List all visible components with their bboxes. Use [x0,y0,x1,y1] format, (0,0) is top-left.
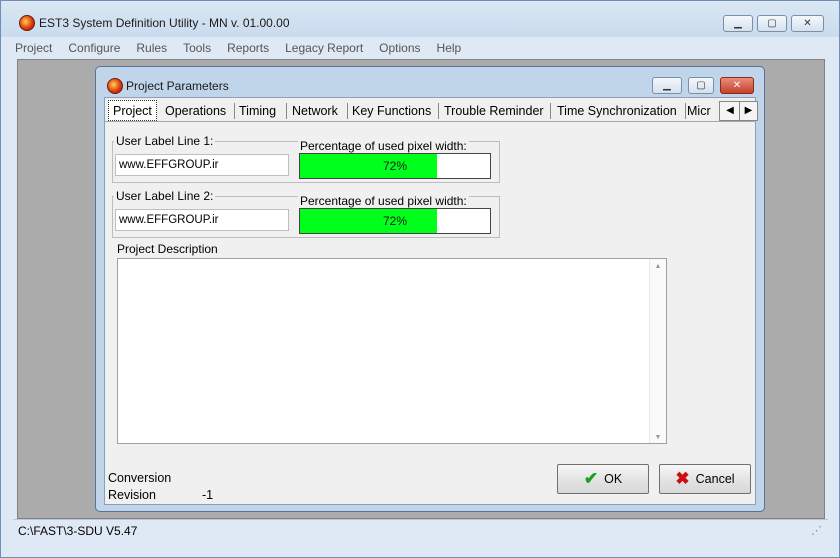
status-bar: C:\FAST\3-SDU V5.47 ⋰ [13,519,828,542]
tab-project[interactable]: Project [108,100,157,121]
menu-legacy-report[interactable]: Legacy Report [283,39,365,57]
tab-trouble-reminder[interactable]: Trouble Reminder [440,101,548,121]
line-1-pixel-width-bar: 72% [299,153,491,179]
project-description-text [118,259,648,443]
minimize-button[interactable]: ▁ [723,15,753,32]
menu-bar: Project Configure Rules Tools Reports Legacy … [13,39,828,59]
user-label-line-1-input[interactable]: www.EFFGROUP.ir [115,154,289,176]
dialog-minimize-button[interactable]: ▁ [652,77,682,94]
tab-scroll-right-icon[interactable]: ▶ [739,101,758,121]
menu-configure[interactable]: Configure [66,39,122,57]
conversion-label: Conversion [108,471,172,485]
revision-label: Revision [108,488,156,502]
maximize-button[interactable]: ▢ [757,15,787,32]
user-label-line-2-input[interactable]: www.EFFGROUP.ir [115,209,289,231]
cancel-label: Cancel [695,472,735,486]
line-2-pixel-width-bar: 72% [299,208,491,234]
menu-rules[interactable]: Rules [134,39,169,57]
dialog-maximize-button[interactable]: ▢ [688,77,714,94]
dialog-close-button[interactable]: ✕ [720,77,754,94]
dialog-client: Project Operations Timing Network Key Fu… [104,97,758,505]
project-parameters-dialog: Project Parameters ▁ ▢ ✕ Project Operati… [95,66,765,512]
menu-tools[interactable]: Tools [181,39,213,57]
user-label-line-2-label: User Label Line 2: [114,189,216,203]
line-2-pct-label: Percentage of used pixel width: [298,194,469,208]
check-icon: ✔ [583,469,599,488]
user-label-line-1-label: User Label Line 1: [114,134,216,148]
dialog-title: Project Parameters [126,79,229,93]
ok-label: OK [604,472,623,486]
scroll-up-icon[interactable]: ▲ [650,263,666,270]
tab-key-functions[interactable]: Key Functions [348,101,435,121]
maximize-icon: ▢ [696,80,706,91]
description-scrollbar[interactable]: ▲ ▼ [649,259,666,443]
app-icon [19,15,35,31]
close-icon: ✕ [803,18,812,29]
line-1-pct-label: Percentage of used pixel width: [298,139,469,153]
tab-operations[interactable]: Operations [161,101,230,121]
minimize-icon: ▁ [663,80,671,91]
ok-button[interactable]: ✔ OK [557,464,649,494]
x-icon: ✖ [675,469,690,488]
revision-value: -1 [202,488,214,502]
size-grip-icon[interactable]: ⋰ [811,524,822,537]
close-icon: ✕ [732,80,742,91]
maximize-icon: ▢ [767,18,777,29]
tab-network[interactable]: Network [288,101,342,121]
project-description-textarea[interactable]: ▲ ▼ [117,258,667,444]
tab-timing[interactable]: Timing [235,101,280,121]
main-titlebar[interactable]: EST3 System Definition Utility - MN v. 0… [1,1,839,37]
line-2-percent-text: 72% [382,214,408,228]
menu-options[interactable]: Options [377,39,422,57]
dialog-app-icon [107,78,123,94]
cancel-button[interactable]: ✖ Cancel [659,464,751,494]
window-title: EST3 System Definition Utility - MN v. 0… [39,16,290,30]
tab-time-synchronization[interactable]: Time Synchronization [553,101,681,121]
tab-micr[interactable]: Micr [687,101,717,121]
menu-help[interactable]: Help [435,39,464,57]
menu-project[interactable]: Project [13,39,54,57]
project-description-label: Project Description [117,242,218,256]
status-path: C:\FAST\3-SDU V5.47 [18,524,138,538]
scroll-down-icon[interactable]: ▼ [650,434,666,441]
close-button[interactable]: ✕ [791,15,824,32]
line-1-percent-text: 72% [382,159,408,173]
minimize-icon: ▁ [734,18,742,29]
menu-reports[interactable]: Reports [225,39,271,57]
tab-scroll-left-icon[interactable]: ◀ [719,101,741,121]
